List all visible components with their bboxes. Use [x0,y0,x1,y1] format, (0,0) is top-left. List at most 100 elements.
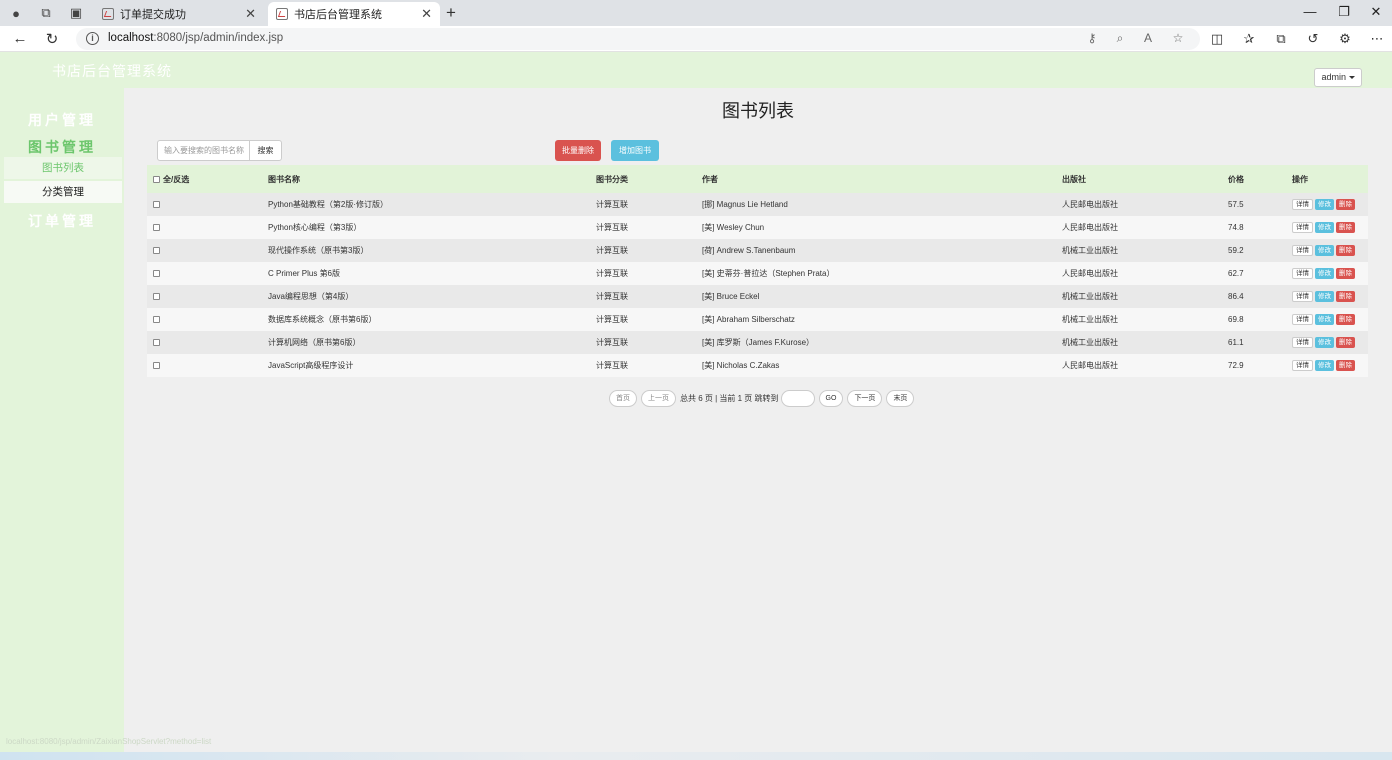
last-page-button[interactable]: 末页 [886,389,915,407]
close-tab-icon[interactable]: ✕ [245,6,256,22]
checkbox-icon [153,339,160,346]
edit-button[interactable]: 修改 [1315,199,1334,210]
history-icon[interactable]: ↺ [1304,31,1322,47]
cell-actions: 详情 修改 删除 [1292,216,1355,239]
more-menu-icon[interactable]: ⋯ [1368,31,1386,47]
delete-button[interactable]: 删除 [1336,314,1355,325]
cell-publisher: 机械工业出版社 [1062,246,1118,255]
sidebar-group-orders[interactable]: 订单管理 [0,211,124,231]
tab-actions-icon[interactable]: ▣ [68,5,84,21]
workspaces-icon[interactable]: ⧉ [38,5,54,21]
table-body: Python基础教程（第2版·修订版） 计算互联 [挪] Magnus Lie He… [147,193,1368,377]
row-checkbox[interactable] [153,331,163,354]
detail-button[interactable]: 详情 [1292,291,1313,302]
cell-author: [挪] Magnus Lie Hetland [702,200,788,209]
password-key-icon[interactable]: ⚷ [1084,31,1100,45]
cell-author: [美] Abraham Silberschatz [702,315,795,324]
row-checkbox[interactable] [153,216,163,239]
cell-price: 61.1 [1228,338,1244,347]
search-input[interactable]: 输入要搜索的图书名称 [157,140,250,161]
favorite-star-icon[interactable]: ☆ [1170,31,1186,45]
edit-button[interactable]: 修改 [1315,337,1334,348]
sidebar-item-category-manage[interactable]: 分类管理 [4,181,122,203]
select-all-checkbox[interactable]: 全/反选 [153,165,189,193]
row-checkbox[interactable] [153,354,163,377]
site-info-icon[interactable]: i [86,32,99,45]
browser-tab-bar: ● ⧉ ▣ 订单提交成功 ✕ 书店后台管理系统 ✕ + — ❐ ✕ [0,0,1392,26]
close-tab-icon[interactable]: ✕ [421,6,432,22]
jump-page-input[interactable] [780,389,815,407]
edit-button[interactable]: 修改 [1315,268,1334,279]
tab-order-success[interactable]: 订单提交成功 ✕ [94,2,264,26]
extensions-icon[interactable]: ⚙ [1336,31,1354,47]
detail-button[interactable]: 详情 [1292,314,1313,325]
cell-actions: 详情 修改 删除 [1292,193,1355,216]
delete-button[interactable]: 删除 [1336,360,1355,371]
cell-price: 72.9 [1228,361,1244,370]
minimize-icon[interactable]: — [1300,4,1320,19]
table-row: JavaScript高级程序设计 计算互联 [美] Nicholas C.Zakas… [147,354,1368,377]
window-close-icon[interactable]: ✕ [1366,4,1386,20]
page-title: 图书列表 [722,101,794,121]
restore-icon[interactable]: ❐ [1334,4,1354,20]
cell-actions: 详情 修改 删除 [1292,285,1355,308]
go-button[interactable]: GO [818,389,844,407]
delete-button[interactable]: 删除 [1336,268,1355,279]
detail-button[interactable]: 详情 [1292,222,1313,233]
next-page-button[interactable]: 下一页 [847,389,883,407]
edit-button[interactable]: 修改 [1315,245,1334,256]
search-button[interactable]: 搜索 [249,140,282,161]
table-row: Java编程思想（第4版） 计算互联 [美] Bruce Eckel 机械工业出版社 8… [147,285,1368,308]
delete-button[interactable]: 删除 [1336,337,1355,348]
row-checkbox[interactable] [153,262,163,285]
row-checkbox[interactable] [153,193,163,216]
row-checkbox[interactable] [153,239,163,262]
edit-button[interactable]: 修改 [1315,314,1334,325]
prev-page-button[interactable]: 上一页 [641,389,676,407]
sidebar-group-users[interactable]: 用户管理 [0,110,124,130]
sidebar-item-book-list[interactable]: 图书列表 [4,157,122,179]
main-content: 图书列表 输入要搜索的图书名称 搜索 批量删除 增加图书 全/反选 图书名称 图… [124,88,1392,752]
detail-button[interactable]: 详情 [1292,199,1313,210]
detail-button[interactable]: 详情 [1292,337,1313,348]
first-page-button[interactable]: 首页 [609,389,637,407]
row-checkbox[interactable] [153,308,163,331]
edit-button[interactable]: 修改 [1315,291,1334,302]
back-icon[interactable]: ← [11,30,29,47]
tab-title: 订单提交成功 [120,9,186,21]
pagination: 首页 上一页 总共 6 页 | 当前 1 页 跳转到 GO 下一页 末页 [609,389,918,407]
cell-publisher: 机械工业出版社 [1062,292,1118,301]
delete-button[interactable]: 删除 [1336,199,1355,210]
cell-book-name: Java编程思想（第4版） [268,292,354,301]
split-screen-icon[interactable]: ◫ [1208,31,1226,47]
refresh-icon[interactable]: ↻ [43,30,61,48]
app-header: 书店后台管理系统 admin [0,52,1392,88]
read-aloud-icon[interactable]: A [1140,31,1156,45]
new-tab-icon[interactable]: + [446,3,456,23]
row-checkbox[interactable] [153,285,163,308]
batch-delete-button[interactable]: 批量删除 [555,140,601,161]
collections-icon[interactable]: ⧉ [1272,31,1290,47]
detail-button[interactable]: 详情 [1292,245,1313,256]
sidebar-group-books[interactable]: 图书管理 [0,137,124,157]
zoom-icon[interactable]: ⌕ [1112,31,1128,46]
profile-icon[interactable]: ● [8,5,24,21]
user-menu-button[interactable]: admin [1314,68,1362,87]
address-bar[interactable]: i localhost:8080/jsp/admin/index.jsp ⚷ ⌕… [76,28,1200,50]
page-summary: 总共 6 页 | 当前 1 页 跳转到 [680,393,779,403]
delete-button[interactable]: 删除 [1336,245,1355,256]
cell-publisher: 人民邮电出版社 [1062,200,1118,209]
detail-button[interactable]: 详情 [1292,360,1313,371]
delete-button[interactable]: 删除 [1336,222,1355,233]
edit-button[interactable]: 修改 [1315,222,1334,233]
cell-price: 59.2 [1228,246,1244,255]
delete-button[interactable]: 删除 [1336,291,1355,302]
favorites-icon[interactable]: ✰ [1240,31,1258,47]
detail-button[interactable]: 详情 [1292,268,1313,279]
edit-button[interactable]: 修改 [1315,360,1334,371]
add-book-button[interactable]: 增加图书 [611,140,659,161]
page-favicon-icon [102,8,114,20]
tab-bookstore-admin[interactable]: 书店后台管理系统 ✕ [268,2,440,26]
user-name: admin [1321,72,1346,82]
cell-price: 62.7 [1228,269,1244,278]
